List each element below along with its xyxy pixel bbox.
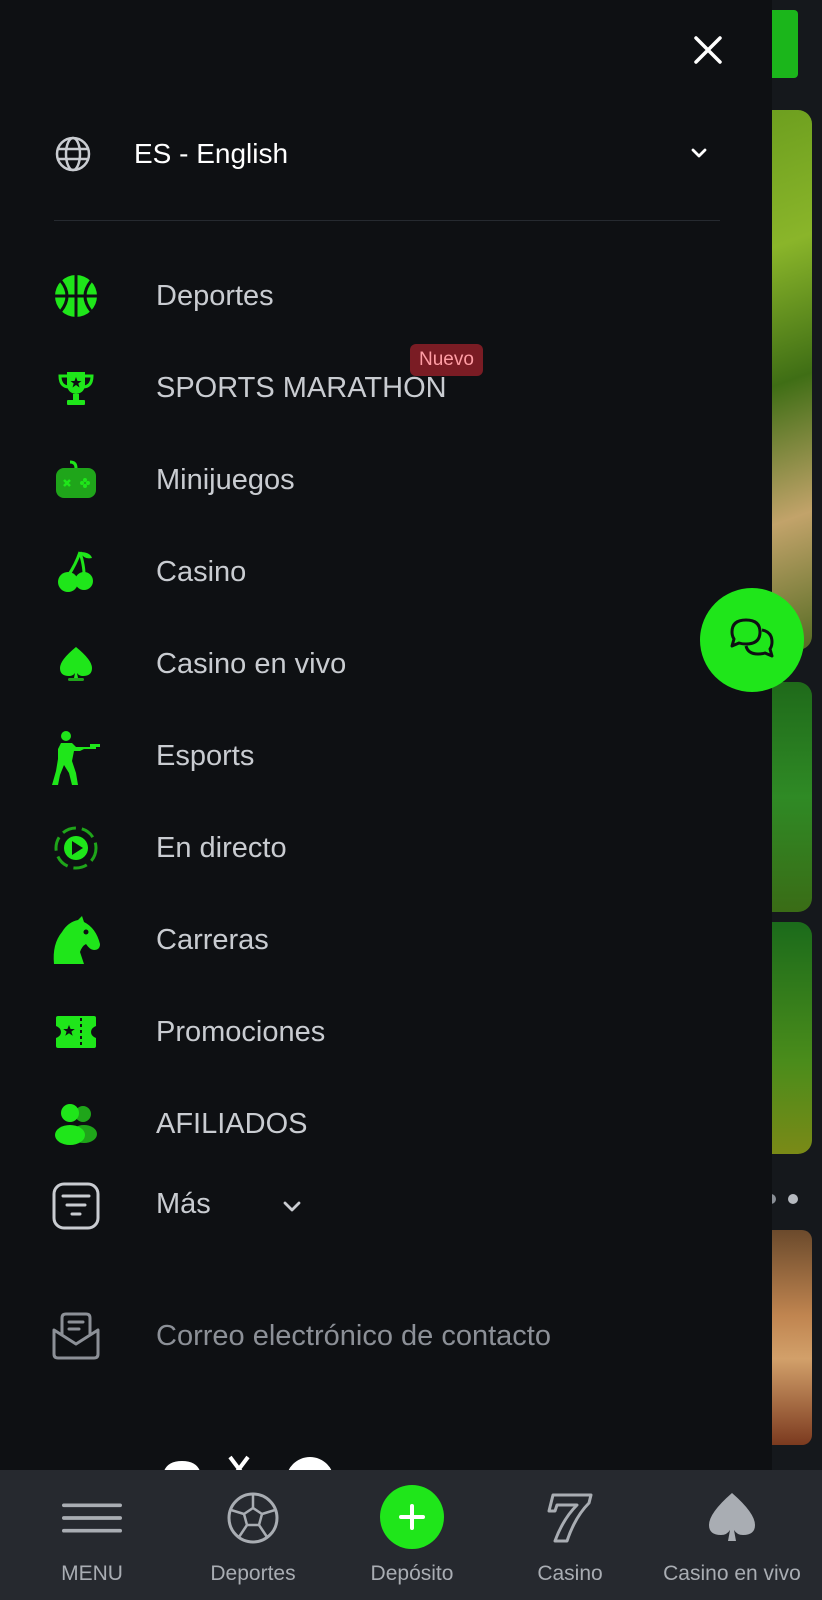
menu-item-casino-en-vivo[interactable]: Casino en vivo bbox=[50, 628, 710, 698]
trophy-icon bbox=[50, 362, 102, 414]
menu-item-label: Casino en vivo bbox=[156, 648, 347, 680]
gamepad-icon bbox=[50, 454, 102, 506]
menu-item-promociones[interactable]: Promociones bbox=[50, 996, 710, 1066]
spade-icon bbox=[702, 1488, 762, 1548]
telegram-icon bbox=[288, 1457, 332, 1471]
cherries-icon bbox=[50, 546, 102, 598]
language-selector[interactable]: ES - English bbox=[54, 130, 720, 180]
play-circle-icon bbox=[50, 822, 102, 874]
close-button[interactable] bbox=[688, 30, 728, 70]
background-app bbox=[770, 0, 822, 1600]
menu-item-mas[interactable]: Más bbox=[50, 1170, 330, 1240]
nav-label: Casino en vivo bbox=[663, 1562, 801, 1585]
menu-item-en-directo[interactable]: En directo bbox=[50, 812, 710, 882]
background-carousel-dots bbox=[770, 1190, 822, 1208]
menu-item-casino[interactable]: Casino bbox=[50, 536, 710, 606]
background-promo-banner bbox=[770, 110, 812, 650]
background-promo-banner bbox=[770, 682, 812, 912]
background-game-thumbnail bbox=[770, 1230, 812, 1445]
background-promo-banner bbox=[770, 922, 812, 1154]
mail-icon bbox=[50, 1310, 102, 1362]
new-badge: Nuevo bbox=[410, 344, 483, 376]
users-icon bbox=[50, 1098, 102, 1150]
background-header-button bbox=[770, 10, 798, 78]
nav-label: Casino bbox=[537, 1562, 603, 1585]
plus-icon bbox=[380, 1485, 444, 1549]
menu-item-label: Deportes bbox=[156, 280, 274, 312]
menu-item-label: SPORTS MARATHON bbox=[156, 372, 447, 404]
nav-menu[interactable]: MENU bbox=[30, 1470, 154, 1600]
nav-label: Deportes bbox=[210, 1562, 296, 1585]
social-links-row bbox=[160, 1455, 360, 1471]
ticket-icon bbox=[50, 1006, 102, 1058]
nav-deposito[interactable]: Depósito bbox=[352, 1470, 472, 1600]
nav-deportes[interactable]: Deportes bbox=[188, 1470, 318, 1600]
spade-icon bbox=[50, 638, 102, 690]
seven-icon bbox=[540, 1488, 600, 1548]
menu-item-label: Correo electrónico de contacto bbox=[156, 1320, 551, 1352]
deposit-button bbox=[377, 1482, 447, 1552]
menu-item-esports[interactable]: Esports bbox=[50, 720, 710, 790]
divider bbox=[54, 220, 720, 221]
close-icon bbox=[694, 36, 722, 64]
nav-casino[interactable]: Casino bbox=[510, 1470, 630, 1600]
menu-item-label: En directo bbox=[156, 832, 287, 864]
menu-item-label: Minijuegos bbox=[156, 464, 295, 496]
menu-item-afiliados[interactable]: AFILIADOS bbox=[50, 1088, 710, 1158]
menu-item-label: Esports bbox=[156, 740, 255, 772]
chevron-down-icon bbox=[283, 1201, 301, 1212]
menu-item-label: Casino bbox=[156, 556, 247, 588]
soldier-icon bbox=[50, 730, 102, 785]
soccer-ball-icon bbox=[223, 1488, 283, 1548]
hamburger-icon bbox=[62, 1488, 122, 1548]
menu-item-minijuegos[interactable]: Minijuegos bbox=[50, 444, 710, 514]
chat-bubbles-icon bbox=[730, 618, 774, 658]
menu-item-contact-email[interactable]: Correo electrónico de contacto bbox=[50, 1300, 710, 1370]
menu-item-label: Promociones bbox=[156, 1016, 326, 1048]
side-menu-drawer: ES - English Deportes SPORTS MARATHON Nu… bbox=[0, 0, 772, 1471]
nav-label: Depósito bbox=[370, 1562, 454, 1585]
nav-label: MENU bbox=[61, 1562, 123, 1585]
globe-icon bbox=[55, 136, 91, 172]
menu-item-label: AFILIADOS bbox=[156, 1108, 308, 1140]
menu-item-label: Más bbox=[156, 1188, 211, 1220]
horse-icon bbox=[50, 914, 102, 966]
menu-item-sports-marathon[interactable]: SPORTS MARATHON bbox=[50, 352, 710, 422]
bottom-navigation: MENU Deportes Depósito Casino Casino en … bbox=[0, 1470, 822, 1600]
nav-casino-en-vivo[interactable]: Casino en vivo bbox=[652, 1470, 812, 1600]
chevron-down-icon bbox=[691, 148, 707, 158]
menu-item-carreras[interactable]: Carreras bbox=[50, 904, 710, 974]
chat-support-button[interactable] bbox=[700, 588, 804, 692]
filter-list-icon bbox=[50, 1180, 102, 1232]
language-label: ES - English bbox=[134, 138, 289, 169]
basketball-icon bbox=[50, 270, 102, 322]
x-icon bbox=[228, 1455, 250, 1471]
menu-item-label: Carreras bbox=[156, 924, 269, 956]
menu-item-deportes[interactable]: Deportes bbox=[50, 260, 710, 330]
